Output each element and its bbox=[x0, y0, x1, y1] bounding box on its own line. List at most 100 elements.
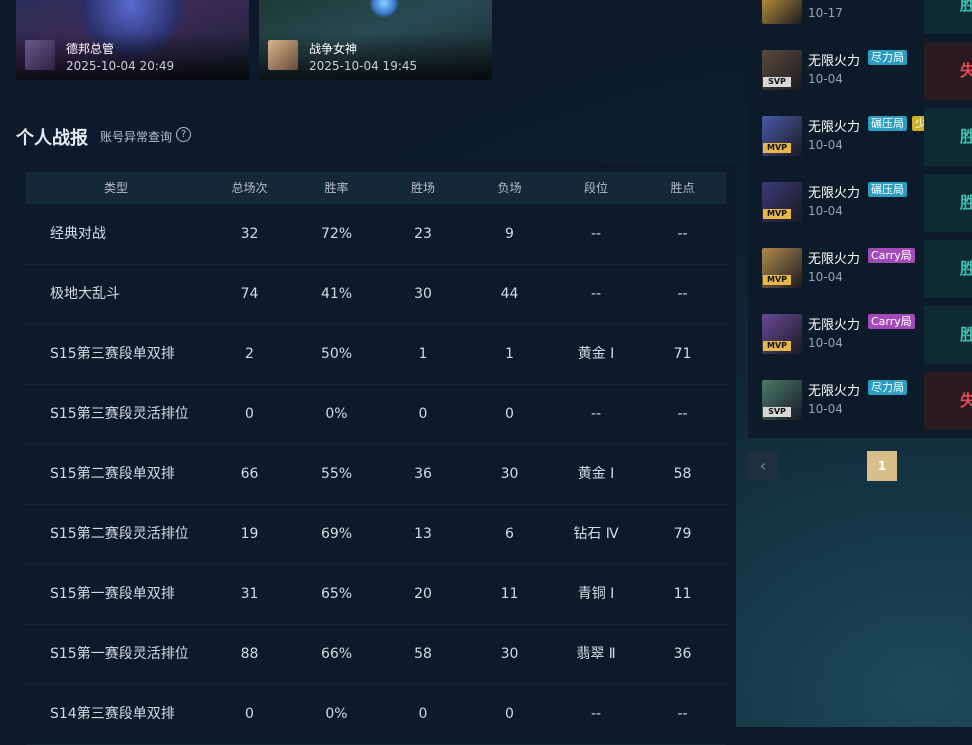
cell-lp: -- bbox=[677, 286, 688, 302]
cell-type: S15第一赛段单双排 bbox=[50, 586, 175, 602]
cell-rank: 青铜 Ⅰ bbox=[577, 586, 615, 602]
cell-wins: 58 bbox=[414, 646, 432, 662]
cell-total: 19 bbox=[240, 526, 259, 542]
mvp-badge: SVP bbox=[763, 407, 791, 417]
cell-lp: 79 bbox=[673, 526, 692, 542]
cell-lp: -- bbox=[677, 706, 688, 722]
cell-wins: 1 bbox=[418, 346, 428, 362]
help-icon[interactable]: ? bbox=[176, 127, 191, 142]
cell-wins: 23 bbox=[414, 226, 432, 242]
cell-winrate: 72% bbox=[320, 226, 353, 242]
cell-winrate: 66% bbox=[320, 646, 353, 662]
champion-name: 德邦总管 bbox=[66, 42, 115, 56]
mvp-badge: MVP bbox=[763, 209, 791, 219]
prev-page-button[interactable]: ‹ bbox=[748, 451, 778, 481]
game-date: 10-17 bbox=[808, 6, 843, 20]
game-mode: 无限火力 bbox=[808, 252, 861, 267]
header-losses: 负场 bbox=[497, 181, 522, 195]
champion-avatar bbox=[762, 0, 802, 24]
cell-type: S15第三赛段灵活排位 bbox=[50, 406, 189, 422]
table-row: S15第一赛段单双排 31 65% 20 11 青铜 Ⅰ 11 bbox=[26, 564, 726, 625]
cell-losses: 30 bbox=[500, 646, 519, 662]
game-date: 10-04 bbox=[808, 204, 843, 218]
game-date: 10-04 bbox=[808, 402, 843, 416]
match-record[interactable]: MVP 无限火力 碾压局 10-04 胜 bbox=[748, 174, 972, 240]
table-row: 经典对战 32 72% 23 9 -- -- bbox=[26, 204, 726, 265]
cell-winrate: 0% bbox=[325, 706, 348, 722]
cell-total: 32 bbox=[240, 226, 259, 242]
table-row: S15第二赛段单双排 66 55% 36 30 黄金 Ⅰ 58 bbox=[26, 444, 726, 505]
match-tag: 尽力局 bbox=[868, 380, 907, 395]
cell-type: S14第三赛段单双排 bbox=[50, 706, 175, 722]
game-time: 2025-10-04 20:49 bbox=[66, 59, 175, 73]
cell-wins: 20 bbox=[414, 586, 432, 602]
match-tag: 碾压局 bbox=[868, 116, 907, 131]
cell-wins: 0 bbox=[418, 406, 428, 422]
cell-type: 极地大乱斗 bbox=[50, 286, 120, 302]
match-record[interactable]: MVP 无限火力 Carry局 10-04 胜 bbox=[748, 306, 972, 372]
cell-total: 88 bbox=[240, 646, 259, 662]
match-result: 胜 bbox=[924, 0, 972, 34]
match-result: 胜 bbox=[924, 174, 972, 232]
cell-winrate: 50% bbox=[320, 346, 353, 362]
match-result: 胜 bbox=[924, 306, 972, 364]
table-row: S15第三赛段灵活排位 0 0% 0 0 -- -- bbox=[26, 384, 726, 445]
cell-total: 74 bbox=[240, 286, 259, 302]
cell-lp: 11 bbox=[673, 586, 692, 602]
match-result: 失 bbox=[924, 42, 972, 100]
cell-rank: -- bbox=[590, 706, 602, 722]
match-record[interactable]: SVP 无限火力 尽力局 10-04 失 bbox=[748, 372, 972, 438]
game-splash-art bbox=[369, 0, 399, 18]
match-record[interactable]: MVP无限火力碾压局少胜多10-04胜 bbox=[748, 108, 972, 174]
cell-winrate: 69% bbox=[320, 526, 353, 542]
recent-game-card[interactable]: 德邦总管 2025-10-04 20:49 bbox=[16, 0, 249, 80]
cell-wins: 0 bbox=[418, 706, 428, 722]
stats-table: 类型 总场次 胜率 胜场 负场 段位 胜点 经典对战 32 72% 23 9 -- -- 极地… bbox=[16, 163, 736, 745]
header-type: 类型 bbox=[103, 181, 128, 195]
account-check-link[interactable]: 账号异常查询 bbox=[100, 128, 172, 145]
cell-lp: -- bbox=[677, 406, 688, 422]
cell-winrate: 55% bbox=[320, 466, 353, 482]
match-record[interactable]: SVP 无限火力 尽力局 10-04 失 bbox=[748, 42, 972, 108]
game-mode: 无限火力 bbox=[808, 120, 861, 135]
table-header: 类型 总场次 胜率 胜场 负场 段位 胜点 bbox=[26, 172, 726, 204]
match-record[interactable]: MVP 无限火力 Carry局 10-04 胜 bbox=[748, 240, 972, 306]
cell-type: S15第二赛段单双排 bbox=[50, 466, 175, 482]
cell-losses: 11 bbox=[500, 586, 519, 602]
cell-losses: 0 bbox=[505, 706, 514, 722]
cell-wins: 36 bbox=[414, 466, 432, 482]
cell-total: 66 bbox=[240, 466, 259, 482]
game-date: 10-04 bbox=[808, 138, 843, 152]
cell-wins: 30 bbox=[414, 286, 432, 302]
cell-lp: 58 bbox=[673, 466, 692, 482]
champion-name: 战争女神 bbox=[309, 42, 358, 56]
mvp-badge: MVP bbox=[763, 143, 791, 153]
cell-losses: 44 bbox=[500, 286, 519, 302]
cell-rank: 黄金 Ⅰ bbox=[577, 346, 615, 362]
match-record[interactable]: 10-17 胜 bbox=[748, 0, 972, 42]
cell-wins: 13 bbox=[414, 526, 432, 542]
cell-type: S15第一赛段灵活排位 bbox=[50, 646, 189, 662]
cell-losses: 0 bbox=[505, 406, 514, 422]
header-rank: 段位 bbox=[583, 181, 608, 195]
header-lp: 胜点 bbox=[670, 181, 695, 195]
cell-total: 31 bbox=[240, 586, 259, 602]
recent-game-card[interactable]: 战争女神 2025-10-04 19:45 bbox=[259, 0, 492, 80]
cell-rank: 钻石 Ⅳ bbox=[573, 526, 619, 542]
mvp-badge: MVP bbox=[763, 275, 791, 285]
table-row: S15第三赛段单双排 2 50% 1 1 黄金 Ⅰ 71 bbox=[26, 324, 726, 385]
game-time: 2025-10-04 19:45 bbox=[309, 59, 418, 73]
match-tag: 碾压局 bbox=[868, 182, 907, 197]
cell-winrate: 65% bbox=[320, 586, 353, 602]
game-mode: 无限火力 bbox=[808, 54, 861, 69]
cell-losses: 30 bbox=[500, 466, 519, 482]
table-row: S15第一赛段灵活排位 88 66% 58 30 翡翠 Ⅱ 36 bbox=[26, 624, 726, 685]
game-date: 10-04 bbox=[808, 336, 843, 350]
section-title: 个人战报 bbox=[16, 128, 88, 149]
page-1-button[interactable]: 1 bbox=[867, 451, 897, 481]
header-total: 总场次 bbox=[231, 181, 268, 195]
match-result: 胜 bbox=[924, 240, 972, 298]
cell-winrate: 0% bbox=[325, 406, 348, 422]
mvp-badge: MVP bbox=[763, 341, 791, 351]
table-row: 极地大乱斗 74 41% 30 44 -- -- bbox=[26, 264, 726, 325]
